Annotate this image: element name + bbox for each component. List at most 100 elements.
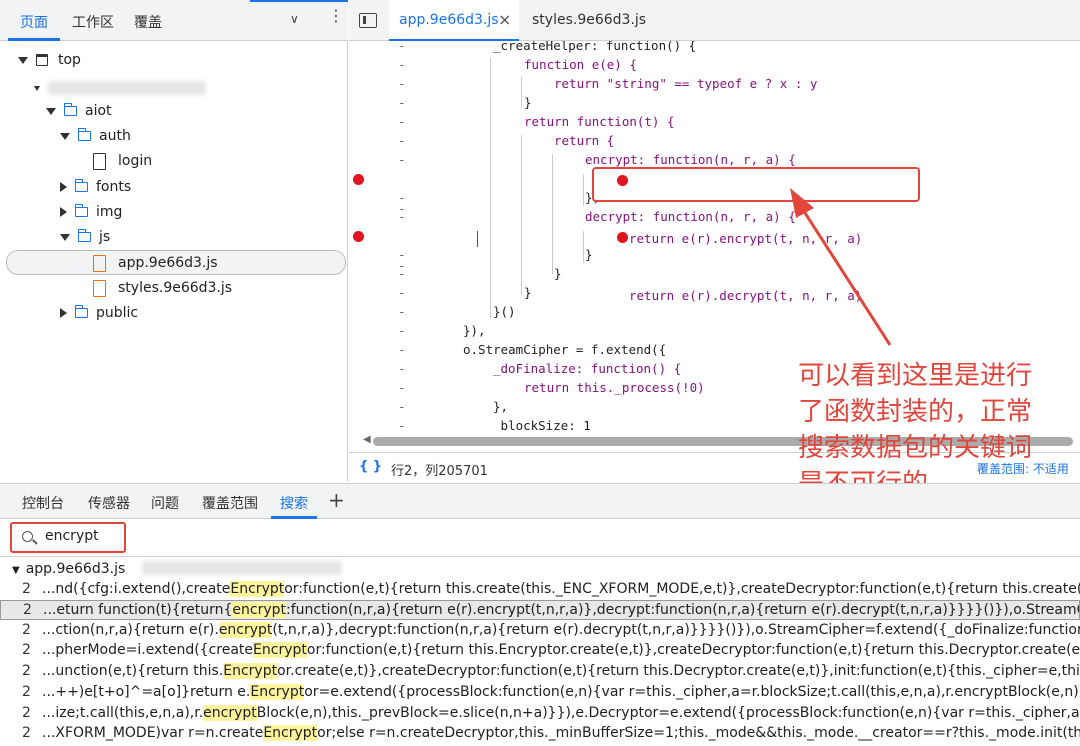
code-line: -} (398, 266, 562, 281)
tab-overrides[interactable]: 覆盖 (134, 12, 162, 32)
result-snippet: ...++)e[t+o]^=a[o]}return e.Encryptor=e.… (42, 684, 1080, 700)
tree-item-img[interactable]: img (60, 201, 122, 223)
active-tab-underline (8, 38, 60, 41)
tab-issues[interactable]: 问题 (151, 493, 179, 513)
divider (0, 556, 1080, 557)
frame-icon (36, 54, 48, 66)
search-result-row[interactable]: 2 ...ize;t.call(this,e,n,a),r.encryptBlo… (0, 704, 1080, 724)
result-snippet: ...ction(n,r,a){return e(r).encrypt(t,n,… (42, 622, 1080, 638)
tab-workspace[interactable]: 工作区 (72, 12, 114, 32)
file-icon (93, 152, 106, 170)
tree-item-login[interactable]: login (93, 150, 152, 172)
folder-icon (63, 103, 77, 116)
code-line: - function e(e) { (398, 57, 637, 72)
result-snippet: ...XFORM_MODE)var r=n.createEncryptor;el… (42, 725, 1080, 741)
tree-item-app-js[interactable]: app.9e66d3.js (93, 252, 218, 274)
code-line: -} (398, 95, 532, 110)
search-result-row[interactable]: 2 ...unction(e,t){return this.Encryptor.… (0, 662, 1080, 682)
scroll-left-icon[interactable]: ◀ (363, 434, 371, 445)
close-icon[interactable]: × (498, 10, 511, 29)
tab-app-js[interactable]: app.9e66d3.js (399, 12, 499, 28)
tree-item-js[interactable]: js (60, 226, 110, 248)
tree-item-fonts[interactable]: fonts (60, 176, 131, 198)
pretty-print-button[interactable]: { } (359, 459, 382, 474)
code-line: -} (398, 247, 593, 262)
tree-item-top[interactable]: top (18, 49, 81, 71)
code-line-breakpoint: - return e(r).decrypt(t, n, r, a) (349, 228, 1080, 303)
folder-icon (74, 179, 88, 192)
search-input[interactable]: encrypt (45, 528, 99, 544)
tab-sensors[interactable]: 传感器 (88, 493, 130, 513)
tree-item-aiot[interactable]: aiot (46, 100, 112, 122)
tab-search[interactable]: 搜索 (280, 493, 308, 513)
tab-page[interactable]: 页面 (20, 12, 48, 32)
editor-tabs: app.9e66d3.js × styles.9e66d3.js (349, 0, 1080, 41)
drawer-tabs: 控制台 传感器 问题 覆盖范围 搜索 + (0, 483, 1080, 519)
search-result-row[interactable]: 2 ...nd({cfg:i.extend(),createEncryptor:… (0, 580, 1080, 600)
code-line: -} (398, 285, 532, 300)
tree-item-label: app.9e66d3.js (118, 255, 218, 271)
chevron-down-icon[interactable]: ∨ (290, 12, 299, 26)
code-line: - _createHelper: function() { (398, 41, 697, 53)
tree-item-label: img (96, 204, 123, 220)
breakpoint-marker[interactable] (353, 231, 364, 242)
search-result-row-selected[interactable]: 2 ...eturn function(t){return{encrypt:fu… (0, 600, 1080, 620)
expand-triangle-icon[interactable]: ▼ (12, 565, 20, 576)
search-icon (22, 531, 33, 542)
cursor-position: 行2，列205701 (391, 464, 488, 479)
collapse-triangle-icon[interactable] (60, 308, 67, 318)
folder-icon (77, 229, 91, 242)
tree-item-auth[interactable]: auth (60, 125, 131, 147)
arrow-shaft (796, 201, 892, 346)
js-file-icon (93, 279, 106, 297)
result-snippet: ...eturn function(t){return{encrypt:func… (43, 602, 1079, 618)
toggle-navigator-icon[interactable] (359, 13, 377, 28)
search-result-row[interactable]: 2 ...ction(n,r,a){return e(r).encrypt(t,… (0, 621, 1080, 641)
tree-item-label: auth (99, 128, 131, 144)
tree-item-label: aiot (85, 103, 112, 119)
js-file-icon (93, 254, 106, 272)
code-line: - return function(t) { (398, 114, 675, 129)
inline-breakpoint-icon[interactable] (617, 232, 628, 243)
add-tab-icon[interactable]: + (328, 488, 345, 512)
expand-triangle-icon[interactable] (18, 56, 28, 64)
result-file-name: app.9e66d3.js (25, 561, 126, 577)
result-snippet: ...pherMode=i.extend({createEncryptor:fu… (42, 642, 1080, 658)
tree-item-label: login (118, 153, 153, 169)
tree-item-domain[interactable] (34, 77, 206, 99)
code-line: -}() (398, 304, 516, 319)
tree-item-public[interactable]: public (60, 302, 138, 324)
folder-icon (74, 204, 88, 217)
redacted-domain (48, 81, 206, 95)
expand-triangle-icon[interactable] (46, 107, 56, 115)
search-result-row[interactable]: 2 ...pherMode=i.extend({createEncryptor:… (0, 641, 1080, 661)
annotation-line: 可以看到这里是进行 (798, 361, 1033, 391)
result-snippet: ...nd({cfg:i.extend(),createEncryptor:fu… (42, 581, 1080, 597)
search-result-row[interactable]: 2 ...++)e[t+o]^=a[o]}return e.Encryptor=… (0, 683, 1080, 703)
code-line: - decrypt: function(n, r, a) { (398, 209, 796, 224)
tree-item-label: js (99, 229, 111, 245)
code-line: - return "string" == typeof e ? x : y (398, 76, 818, 91)
navigator-tabs: 页面 工作区 覆盖 ∨ ⋮ (0, 0, 348, 41)
annotation-text: 可以看到这里是进行 了函数封装的，正常 搜索数据包的关键词 是不可行的 (798, 358, 1032, 502)
tree-item-label: styles.9e66d3.js (118, 280, 233, 296)
breakpoint-marker[interactable] (353, 174, 364, 185)
tab-coverage[interactable]: 覆盖范围 (202, 493, 258, 513)
annotation-arrow (790, 188, 892, 346)
code-line: - return { (398, 133, 615, 148)
annotation-line: 搜索数据包的关键词 (798, 433, 1033, 463)
collapse-triangle-icon[interactable] (60, 207, 67, 217)
expand-triangle-icon[interactable] (60, 233, 70, 241)
tab-styles-js[interactable]: styles.9e66d3.js (532, 12, 646, 28)
search-result-row[interactable]: 2 ...XFORM_MODE)var r=n.createEncryptor;… (0, 724, 1080, 744)
tree-item-styles-js[interactable]: styles.9e66d3.js (93, 277, 232, 299)
file-navigator-panel: 页面 工作区 覆盖 ∨ ⋮ top aiot auth login fonts (0, 0, 348, 482)
expand-triangle-icon[interactable] (60, 132, 70, 140)
focus-line (250, 0, 348, 2)
expand-triangle-icon[interactable] (34, 85, 40, 91)
search-input-box[interactable]: encrypt (10, 522, 126, 553)
collapse-triangle-icon[interactable] (60, 182, 67, 192)
more-options-icon[interactable]: ⋮ (328, 8, 344, 24)
tab-console[interactable]: 控制台 (22, 493, 64, 513)
result-file-header[interactable]: ▼ app.9e66d3.js (12, 561, 342, 577)
